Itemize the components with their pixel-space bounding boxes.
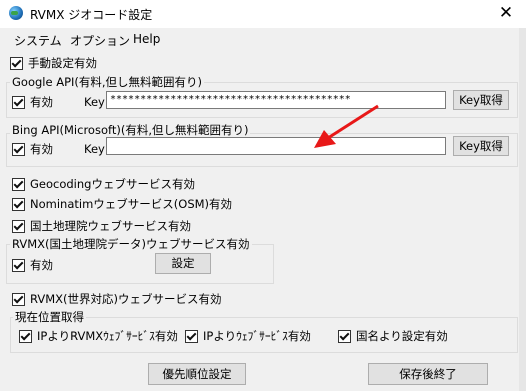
rvmx-gsi-settings-button[interactable]: 設定	[155, 253, 211, 274]
geocoding-service-checkbox[interactable]: Geocodingウェブサービス有効	[12, 176, 195, 192]
menu-options[interactable]: オプション	[70, 32, 130, 49]
google-api-group-label: Google API(有料,但し無料範囲有り)	[10, 74, 205, 90]
arrow-shaft	[327, 104, 379, 140]
gsi-service-checkbox[interactable]: 国土地理院ウェブサービス有効	[12, 218, 191, 234]
google-enable-label: 有効	[30, 95, 53, 109]
location-ip-web-checkbox[interactable]: IPよりｳｪﾌﾞｻｰﾋﾞｽ有効	[185, 328, 311, 344]
bing-enable-label: 有効	[30, 142, 53, 156]
save-and-exit-button[interactable]: 保存後終了	[368, 363, 488, 385]
checkbox-box	[19, 329, 32, 343]
checkbox-box	[12, 258, 25, 272]
checkbox-box	[338, 329, 351, 343]
manual-enable-label: 手動設定有効	[28, 56, 97, 70]
window-edge	[519, 28, 526, 391]
location-country-checkbox[interactable]: 国名より設定有効	[338, 328, 448, 344]
bing-get-key-button[interactable]: Key取得	[453, 136, 509, 156]
location-country-label: 国名より設定有効	[356, 329, 448, 343]
rvmx-gsi-enable-checkbox[interactable]: 有効	[12, 257, 53, 273]
google-key-input[interactable]: ****************************************	[106, 91, 446, 109]
bing-key-label: Key	[84, 142, 105, 156]
checkbox-box	[12, 142, 25, 156]
checkbox-box	[10, 56, 23, 70]
rvmx-world-checkbox[interactable]: RVMX(世界対応)ウェブサービス有効	[12, 291, 222, 307]
manual-enable-checkbox[interactable]: 手動設定有効	[10, 55, 97, 71]
checkbox-box	[12, 95, 25, 109]
rvmx-gsi-group-label: RVMX(国土地理院データ)ウェブサービス有効	[10, 236, 252, 252]
red-arrow-annotation	[314, 104, 379, 148]
bing-api-group-label: Bing API(Microsoft)(有料,但し無料範囲有り)	[10, 122, 251, 138]
location-group-label: 現在位置取得	[13, 309, 86, 325]
location-ip-rvmx-checkbox[interactable]: IPよりRVMXｳｪﾌﾞｻｰﾋﾞｽ有効	[19, 328, 178, 344]
location-ip-web-label: IPよりｳｪﾌﾞｻｰﾋﾞｽ有効	[203, 329, 311, 343]
menu-system[interactable]: システム	[14, 32, 62, 49]
arrow-head	[314, 130, 336, 148]
gsi-service-label: 国土地理院ウェブサービス有効	[30, 219, 191, 233]
bing-enable-checkbox[interactable]: 有効	[12, 141, 53, 157]
nominatim-service-label: Nominatimウェブサービス(OSM)有効	[30, 197, 233, 211]
google-key-label: Key	[84, 95, 105, 109]
location-ip-rvmx-label: IPよりRVMXｳｪﾌﾞｻｰﾋﾞｽ有効	[37, 329, 178, 343]
rvmx-world-label: RVMX(世界対応)ウェブサービス有効	[30, 292, 222, 306]
google-get-key-button[interactable]: Key取得	[453, 90, 509, 110]
google-enable-checkbox[interactable]: 有効	[12, 94, 53, 110]
checkbox-box	[12, 292, 25, 306]
checkbox-box	[12, 177, 25, 191]
priority-settings-button[interactable]: 優先順位設定	[148, 363, 246, 385]
geocoding-service-label: Geocodingウェブサービス有効	[30, 177, 195, 191]
checkbox-box	[12, 219, 25, 233]
menu-help[interactable]: Help	[133, 32, 160, 46]
close-icon[interactable]: ✕	[486, 0, 526, 28]
bing-key-input[interactable]	[106, 137, 446, 155]
checkbox-box	[12, 197, 25, 211]
rvmx-gsi-enable-label: 有効	[30, 258, 53, 272]
window-title: RVMX ジオコード設定	[30, 8, 153, 22]
nominatim-service-checkbox[interactable]: Nominatimウェブサービス(OSM)有効	[12, 196, 232, 212]
checkbox-box	[185, 329, 198, 343]
globe-icon	[9, 6, 23, 20]
